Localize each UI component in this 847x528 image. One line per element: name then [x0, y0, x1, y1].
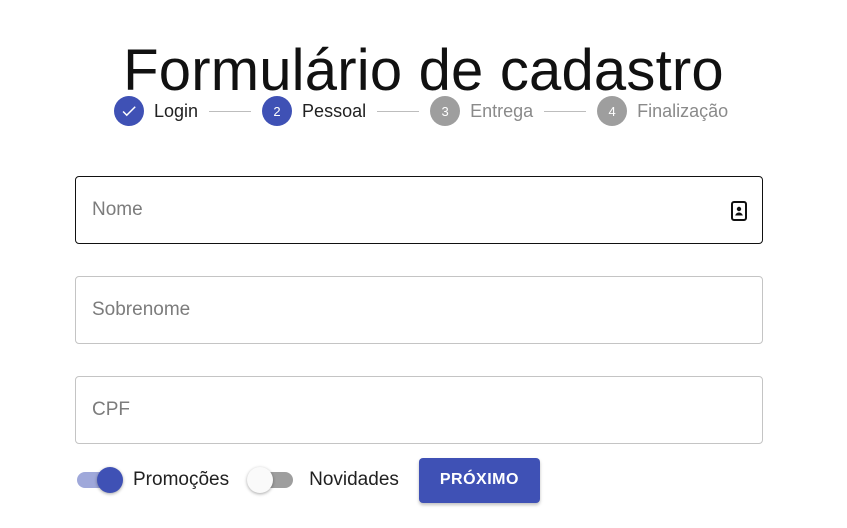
sobrenome-input[interactable]	[92, 277, 712, 343]
step-login[interactable]: Login	[114, 96, 198, 126]
novidades-toggle[interactable]	[247, 466, 295, 494]
toggle-thumb[interactable]	[247, 467, 274, 493]
step-connector	[377, 110, 420, 112]
step-label-login: Login	[154, 101, 199, 121]
novidades-label: Novidades	[309, 469, 399, 490]
step-pessoal[interactable]: 2 Pessoal	[262, 96, 366, 126]
step-entrega[interactable]: 3 Entrega	[430, 96, 533, 126]
toggle-thumb[interactable]	[97, 467, 123, 493]
step-label-pessoal: Pessoal	[302, 101, 367, 121]
step-number-2: 2	[262, 96, 293, 126]
check-icon	[114, 96, 144, 126]
step-label-entrega: Entrega	[470, 101, 534, 121]
cpf-input[interactable]	[92, 377, 712, 443]
nome-field[interactable]	[75, 176, 763, 244]
nome-input[interactable]	[92, 177, 712, 243]
cpf-field[interactable]	[75, 376, 763, 444]
promocoes-toggle[interactable]	[75, 466, 123, 494]
contact-card-icon[interactable]	[730, 201, 748, 221]
step-number-3: 3	[430, 96, 461, 126]
step-label-finalizacao: Finalização	[637, 101, 729, 121]
step-finalizacao[interactable]: 4 Finalização	[597, 96, 728, 126]
sobrenome-field[interactable]	[75, 276, 763, 344]
step-number-4: 4	[597, 96, 628, 126]
step-connector	[209, 110, 252, 112]
form-actions: Promoções Novidades PRÓXIMO	[75, 456, 540, 504]
promocoes-label: Promoções	[133, 469, 230, 490]
next-button[interactable]: PRÓXIMO	[418, 457, 540, 503]
step-connector	[544, 110, 587, 112]
stepper: Login 2 Pessoal 3 Entrega 4 Finalização	[114, 95, 728, 127]
page-title: Formulário de cadastro	[123, 37, 724, 103]
